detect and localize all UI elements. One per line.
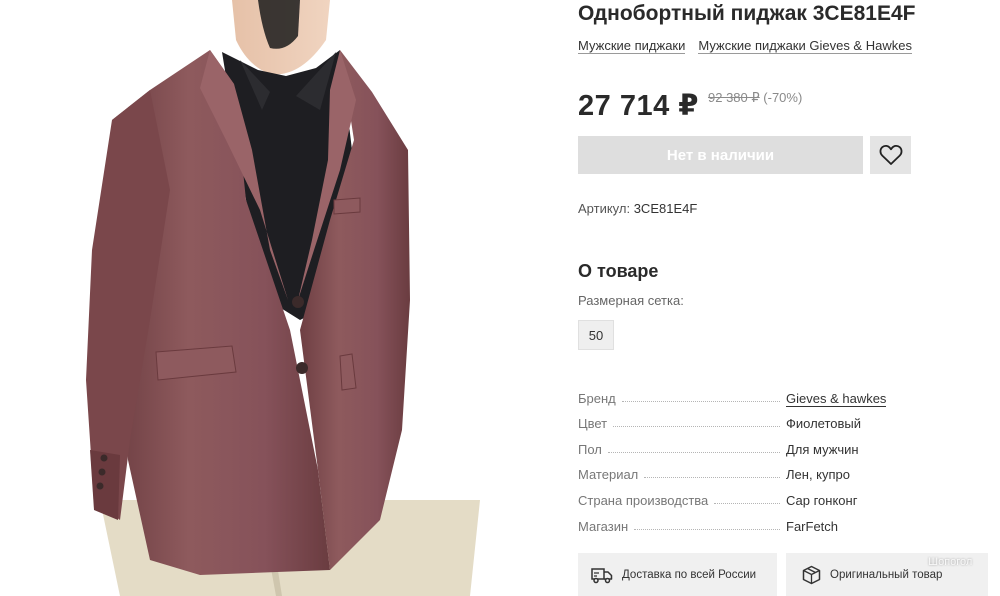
size-grid-label: Размерная сетка: <box>578 293 684 308</box>
jacket-photo-illustration <box>86 0 480 596</box>
spec-row-color: Цвет Фиолетовый <box>578 406 908 432</box>
product-info: Однобортный пиджак 3CE81E4F Мужские пидж… <box>578 0 1000 596</box>
spec-value: Для мужчин <box>786 441 859 457</box>
brand-link[interactable]: Gieves & hawkes <box>786 390 887 407</box>
sku-value: 3CE81E4F <box>633 201 698 216</box>
add-to-favorites-button[interactable] <box>870 136 911 174</box>
original-label: Оригинальный товар <box>830 568 943 581</box>
product-title: Однобортный пиджак 3CE81E4F <box>578 2 916 25</box>
spec-dots <box>621 400 780 402</box>
specs-list: Бренд Gieves & hawkes Цвет Фиолетовый По… <box>578 380 908 534</box>
spec-row-gender: Пол Для мужчин <box>578 431 908 457</box>
heart-icon <box>879 144 902 165</box>
spec-key: Материал <box>578 467 639 483</box>
spec-row-material: Материал Лен, купро <box>578 457 908 483</box>
about-title: О товаре <box>578 261 659 281</box>
out-of-stock-button[interactable]: Нет в наличии <box>578 136 863 174</box>
breadcrumb-link-mens-jackets[interactable]: Мужские пиджаки <box>578 38 686 54</box>
spec-dots <box>714 502 780 504</box>
old-price-block: 92 380 ₽ (-70%) <box>708 90 802 106</box>
spec-dots <box>644 477 780 479</box>
spec-dots <box>634 528 780 530</box>
current-price: 27 714 ₽ <box>578 90 699 122</box>
spec-dots <box>607 451 780 453</box>
spec-row-shop: Магазин FarFetch <box>578 508 908 534</box>
product-photo[interactable] <box>0 0 556 596</box>
box-icon <box>802 565 821 584</box>
spec-dots <box>613 426 780 428</box>
breadcrumb-link-gieves-hawkes[interactable]: Мужские пиджаки Gieves & Hawkes <box>698 38 912 54</box>
spec-value: Фиолетовый <box>786 416 862 432</box>
spec-value: FarFetch <box>786 518 839 534</box>
size-option[interactable]: 50 <box>578 320 614 350</box>
spec-row-country: Страна производства Сар гонконг <box>578 482 908 508</box>
spec-key: Страна производства <box>578 492 709 508</box>
sku: Артикул: 3CE81E4F <box>578 201 697 216</box>
discount-percent: (-70%) <box>763 90 803 105</box>
spec-key: Пол <box>578 441 602 457</box>
delivery-badge: Доставка по всей России <box>578 553 777 596</box>
spec-value: Сар гонконг <box>786 492 858 508</box>
feature-badges: Доставка по всей России Оригинальный тов… <box>578 553 988 596</box>
spec-value-wrap: Gieves & hawkes <box>786 390 908 407</box>
breadcrumb: Мужские пиджаки Мужские пиджаки Gieves &… <box>578 38 912 54</box>
sku-label: Артикул: <box>578 201 631 216</box>
truck-icon <box>591 567 613 583</box>
delivery-label: Доставка по всей России <box>622 568 757 581</box>
spec-key: Магазин <box>578 518 629 534</box>
spec-key: Цвет <box>578 416 608 432</box>
spec-value: Лен, купро <box>786 467 850 483</box>
spec-key: Бренд <box>578 390 616 406</box>
old-price: 92 380 ₽ <box>708 90 760 105</box>
watermark: Шопогол <box>928 556 973 568</box>
spec-row-brand: Бренд Gieves & hawkes <box>578 380 908 407</box>
